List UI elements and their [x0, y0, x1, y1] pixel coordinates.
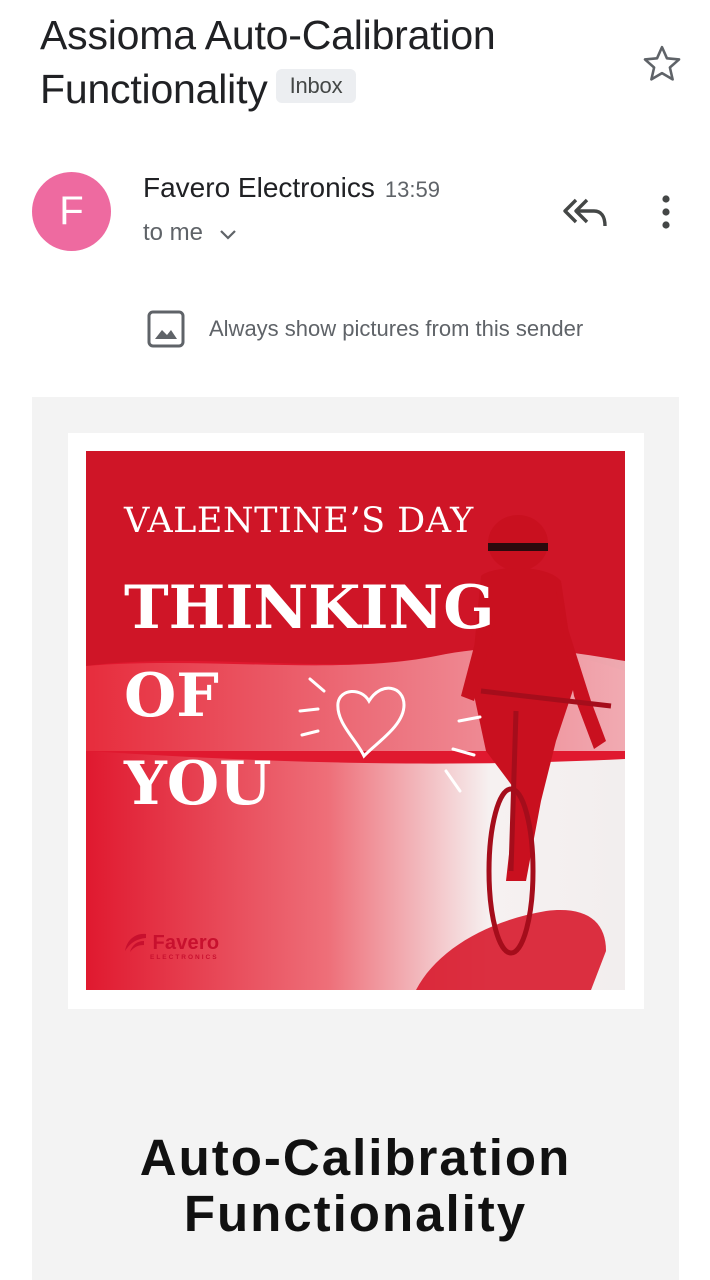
recipient-details-toggle[interactable]: to me [143, 219, 238, 247]
chevron-down-icon [219, 229, 236, 240]
heading-line-1: Auto-Calibration [139, 1129, 572, 1186]
sender-name[interactable]: Favero Electronics [143, 172, 375, 203]
recipient-label: to me [143, 219, 204, 246]
logo-name: Favero [152, 931, 220, 954]
favero-mark-icon [125, 933, 146, 952]
image-icon [147, 310, 185, 348]
hero-line-of: OF [124, 661, 219, 731]
heading-line-2: Functionality [183, 1185, 528, 1242]
star-icon[interactable] [640, 42, 684, 86]
always-show-pictures-link[interactable]: Always show pictures from this sender [209, 316, 583, 342]
sender-avatar[interactable]: F [32, 172, 111, 251]
received-time: 13:59 [384, 177, 440, 202]
email-heading: Auto-Calibration Functionality [32, 1130, 679, 1242]
subject-line-2-text: Functionality [40, 66, 268, 112]
reply-all-icon[interactable] [562, 194, 608, 230]
email-body: VALENTINE’S DAY THINKING OF YOU Favero E… [32, 397, 679, 1280]
subject-line-2: Functionality Inbox [40, 62, 620, 116]
logo-subtitle: ELECTRONICS [150, 954, 219, 961]
valentines-hero-image[interactable]: VALENTINE’S DAY THINKING OF YOU Favero E… [86, 451, 625, 990]
hero-title-large: THINKING OF YOU [124, 564, 495, 828]
hero-image-frame: VALENTINE’S DAY THINKING OF YOU Favero E… [68, 433, 644, 1009]
hero-line-you: YOU [124, 749, 272, 819]
hero-title-small: VALENTINE’S DAY [124, 501, 474, 541]
hero-line-thinking: THINKING [124, 573, 495, 643]
email-subject: Assioma Auto-Calibration Functionality In… [40, 8, 620, 116]
sender-line: Favero Electronics 13:59 [143, 172, 440, 204]
favero-logo: Favero ELECTRONICS [122, 931, 220, 961]
inbox-label-badge[interactable]: Inbox [275, 69, 357, 104]
subject-line-1: Assioma Auto-Calibration [40, 12, 496, 58]
more-vert-icon[interactable] [652, 192, 680, 232]
